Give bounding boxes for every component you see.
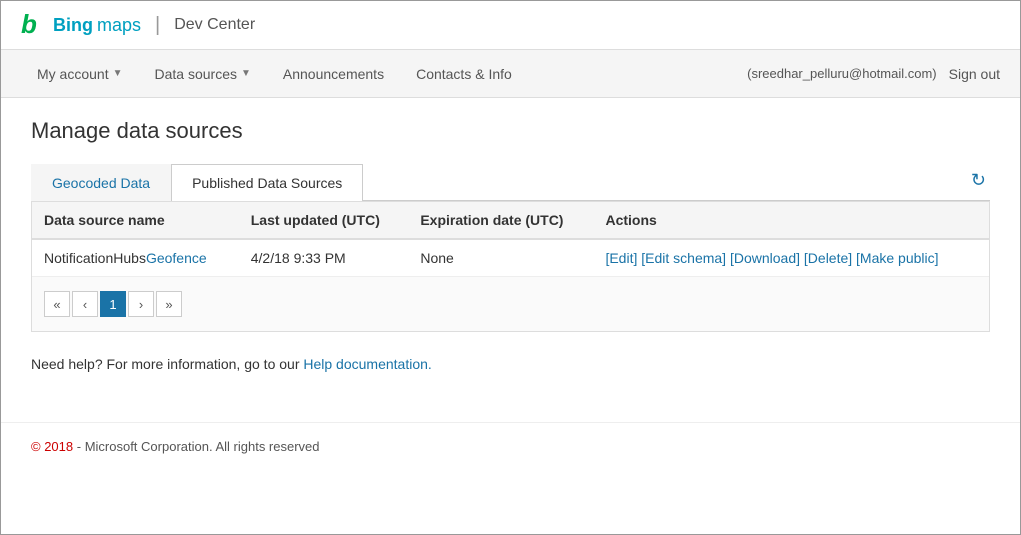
my-account-arrow: ▼: [113, 68, 123, 79]
bing-b-icon: b: [21, 11, 49, 39]
data-sources-arrow: ▼: [241, 68, 251, 79]
page-first[interactable]: «: [44, 291, 70, 317]
col-updated: Last updated (UTC): [239, 202, 409, 239]
data-sources-table: Data source name Last updated (UTC) Expi…: [32, 202, 989, 277]
col-name: Data source name: [32, 202, 239, 239]
action-download[interactable]: [Download]: [730, 250, 800, 266]
col-actions: Actions: [593, 202, 989, 239]
main-content: Manage data sources Geocoded Data Publis…: [1, 98, 1020, 392]
col-expiration: Expiration date (UTC): [408, 202, 593, 239]
logo-bar: b Bing maps | Dev Center: [1, 1, 1020, 50]
pagination: « ‹ 1 › »: [44, 291, 977, 317]
copyright-symbol: © 2018: [31, 439, 73, 454]
nav-items: My account ▼ Data sources ▼ Announcement…: [21, 52, 747, 96]
help-text-before: Need help? For more information, go to o…: [31, 356, 303, 372]
nav-right: (sreedhar_pelluru@hotmail.com) Sign out: [747, 66, 1000, 82]
nav-data-sources[interactable]: Data sources ▼: [139, 52, 267, 96]
page-title: Manage data sources: [31, 118, 990, 144]
action-make-public[interactable]: [Make public]: [856, 250, 938, 266]
table-body: NotificationHubsGeofence 4/2/18 9:33 PM …: [32, 239, 989, 277]
row-name: NotificationHubsGeofence: [32, 239, 239, 277]
dev-center-text: Dev Center: [174, 16, 255, 34]
footer: © 2018 - Microsoft Corporation. All righ…: [1, 422, 1020, 470]
nav-sign-out[interactable]: Sign out: [949, 66, 1000, 82]
nav-contacts-info[interactable]: Contacts & Info: [400, 52, 528, 96]
row-updated: 4/2/18 9:33 PM: [239, 239, 409, 277]
help-documentation-link[interactable]: Help documentation.: [303, 356, 431, 372]
copyright-company: - Microsoft Corporation. All rights rese…: [77, 439, 320, 454]
help-text: Need help? For more information, go to o…: [31, 356, 990, 372]
page-current[interactable]: 1: [100, 291, 126, 317]
nav-my-account[interactable]: My account ▼: [21, 52, 139, 96]
tab-refresh-area: ↻: [971, 164, 990, 200]
action-edit[interactable]: [Edit]: [605, 250, 637, 266]
logo-divider: |: [155, 14, 160, 37]
refresh-icon[interactable]: ↻: [971, 170, 986, 191]
tabs-container: Geocoded Data Published Data Sources ↻: [31, 164, 990, 201]
table-header: Data source name Last updated (UTC) Expi…: [32, 202, 989, 239]
action-delete[interactable]: [Delete]: [804, 250, 852, 266]
svg-text:b: b: [21, 11, 37, 39]
pagination-row: « ‹ 1 › »: [32, 277, 989, 331]
copyright-text: © 2018 - Microsoft Corporation. All righ…: [31, 439, 320, 454]
data-table-wrapper: Data source name Last updated (UTC) Expi…: [31, 201, 990, 332]
nav-announcements[interactable]: Announcements: [267, 52, 400, 96]
page-next[interactable]: ›: [128, 291, 154, 317]
row-expiration: None: [408, 239, 593, 277]
row-actions: [Edit] [Edit schema] [Download] [Delete]…: [593, 239, 989, 277]
nav-user-email: (sreedhar_pelluru@hotmail.com): [747, 66, 937, 81]
bing-logo: b Bing maps | Dev Center: [21, 11, 255, 39]
nav-bar: My account ▼ Data sources ▼ Announcement…: [1, 50, 1020, 98]
table-row: NotificationHubsGeofence 4/2/18 9:33 PM …: [32, 239, 989, 277]
tab-published[interactable]: Published Data Sources: [171, 164, 363, 201]
bing-maps-text: maps: [97, 15, 141, 36]
tab-geocoded[interactable]: Geocoded Data: [31, 164, 171, 201]
bing-text: Bing: [53, 15, 93, 36]
page-last[interactable]: »: [156, 291, 182, 317]
action-edit-schema[interactable]: [Edit schema]: [641, 250, 726, 266]
page-prev[interactable]: ‹: [72, 291, 98, 317]
